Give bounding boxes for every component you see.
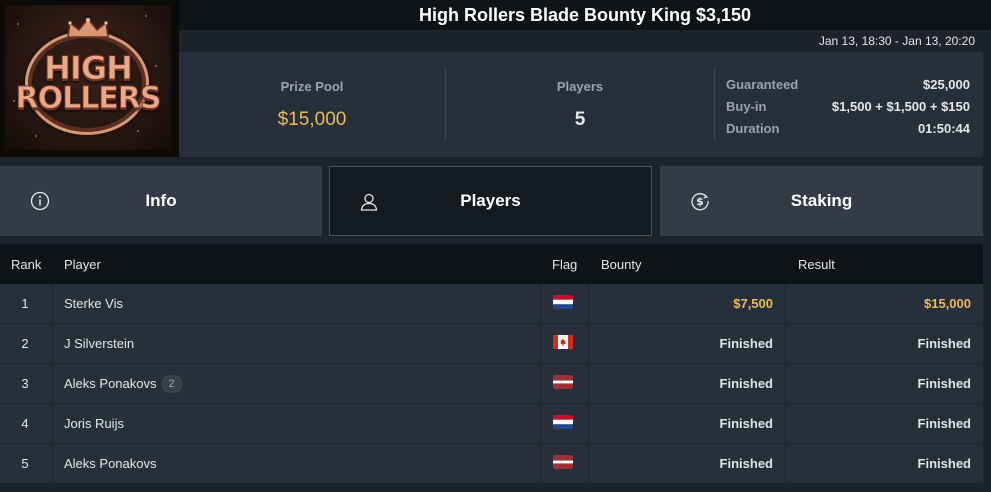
players-stat: Players 5 bbox=[446, 52, 714, 157]
rank-cell: 3 bbox=[21, 376, 29, 391]
players-label: Players bbox=[556, 79, 604, 94]
netherlands-flag-icon bbox=[553, 415, 573, 429]
result-cell: Finished bbox=[917, 456, 971, 471]
result-cell: Finished bbox=[917, 376, 971, 391]
table-header: Rank Player Flag Bounty Result bbox=[0, 244, 983, 284]
bounty-cell: Finished bbox=[719, 456, 773, 471]
table-row[interactable]: 5 Aleks Ponakovs Finished Finished bbox=[0, 444, 983, 484]
tournament-logo: HIGH ROLLERS bbox=[0, 0, 179, 157]
rank-cell: 4 bbox=[21, 416, 29, 431]
column-header-result[interactable]: Result bbox=[798, 257, 835, 272]
column-header-rank[interactable]: Rank bbox=[11, 257, 41, 272]
tournament-details: Guaranteed $25,000 Buy-in $1,500 + $1,50… bbox=[726, 74, 970, 140]
table-row[interactable]: 2 J Silverstein Finished Finished bbox=[0, 324, 983, 364]
result-cell: $15,000 bbox=[924, 296, 971, 311]
rank-cell: 2 bbox=[21, 336, 29, 351]
player-name[interactable]: J Silverstein bbox=[64, 324, 134, 363]
detail-label: Buy-in bbox=[726, 99, 767, 114]
tab-staking-label: Staking bbox=[790, 191, 853, 210]
table-row[interactable]: 4 Joris Ruijs Finished Finished bbox=[0, 404, 983, 444]
detail-value: $1,500 + $1,500 + $150 bbox=[831, 99, 970, 114]
detail-value: 01:50:44 bbox=[917, 121, 970, 136]
info-circle-icon bbox=[30, 191, 50, 211]
tournament-summary: Prize Pool $15,000 Players 5 Guaranteed … bbox=[179, 52, 983, 157]
canada-flag-icon bbox=[553, 335, 573, 349]
table-row[interactable]: 3 Aleks Ponakovs 2 Finished Finished bbox=[0, 364, 983, 404]
crown-icon bbox=[67, 17, 109, 38]
netherlands-flag-icon bbox=[553, 295, 573, 309]
prize-pool-label: Prize Pool bbox=[280, 79, 344, 94]
detail-row-guaranteed: Guaranteed $25,000 bbox=[726, 74, 970, 96]
latvia-flag-icon bbox=[553, 375, 573, 389]
tournament-date-range: Jan 13, 18:30 - Jan 13, 20:20 bbox=[179, 30, 991, 52]
detail-value: $25,000 bbox=[923, 77, 970, 92]
latvia-flag-icon bbox=[553, 455, 573, 469]
bounty-cell: Finished bbox=[719, 376, 773, 391]
bounty-cell: Finished bbox=[719, 416, 773, 431]
svg-text:$: $ bbox=[696, 195, 704, 208]
tournament-title: High Rollers Blade Bounty King $3,150 bbox=[179, 0, 991, 30]
detail-label: Duration bbox=[726, 121, 780, 136]
detail-row-duration: Duration 01:50:44 bbox=[726, 118, 970, 140]
detail-row-buy-in: Buy-in $1,500 + $1,500 + $150 bbox=[726, 96, 970, 118]
logo-image: HIGH ROLLERS bbox=[5, 5, 171, 150]
table-row[interactable]: 1 Sterke Vis $7,500 $15,000 bbox=[0, 284, 983, 324]
tab-staking[interactable]: $ Staking bbox=[660, 166, 983, 236]
logo-text-rollers: ROLLERS bbox=[15, 81, 162, 117]
column-header-flag[interactable]: Flag bbox=[552, 257, 577, 272]
tab-info[interactable]: Info bbox=[0, 166, 322, 236]
tab-players[interactable]: Players bbox=[329, 166, 652, 236]
players-table: Rank Player Flag Bounty Result 1 Sterke … bbox=[0, 244, 983, 484]
dollar-coin-icon: $ bbox=[691, 193, 709, 211]
tab-info-label: Info bbox=[145, 191, 177, 210]
player-cell: Aleks Ponakovs 2 bbox=[64, 364, 183, 403]
bounty-cell: $7,500 bbox=[733, 296, 773, 311]
players-value: 5 bbox=[574, 109, 586, 130]
detail-label: Guaranteed bbox=[726, 77, 799, 92]
entry-count-badge: 2 bbox=[160, 374, 183, 393]
player-name[interactable]: Sterke Vis bbox=[64, 284, 123, 323]
prize-pool-stat: Prize Pool $15,000 bbox=[179, 52, 445, 157]
user-icon bbox=[360, 193, 378, 211]
player-name[interactable]: Joris Ruijs bbox=[64, 404, 124, 443]
bounty-cell: Finished bbox=[719, 336, 773, 351]
summary-divider bbox=[714, 68, 715, 141]
column-header-bounty[interactable]: Bounty bbox=[601, 257, 641, 272]
player-name[interactable]: Aleks Ponakovs bbox=[64, 444, 157, 483]
rank-cell: 1 bbox=[21, 296, 29, 311]
tab-players-label: Players bbox=[460, 191, 521, 210]
player-name[interactable]: Aleks Ponakovs bbox=[64, 376, 157, 391]
result-cell: Finished bbox=[917, 416, 971, 431]
column-header-player[interactable]: Player bbox=[64, 257, 101, 272]
result-cell: Finished bbox=[917, 336, 971, 351]
rank-cell: 5 bbox=[21, 456, 29, 471]
prize-pool-value: $15,000 bbox=[277, 109, 347, 130]
